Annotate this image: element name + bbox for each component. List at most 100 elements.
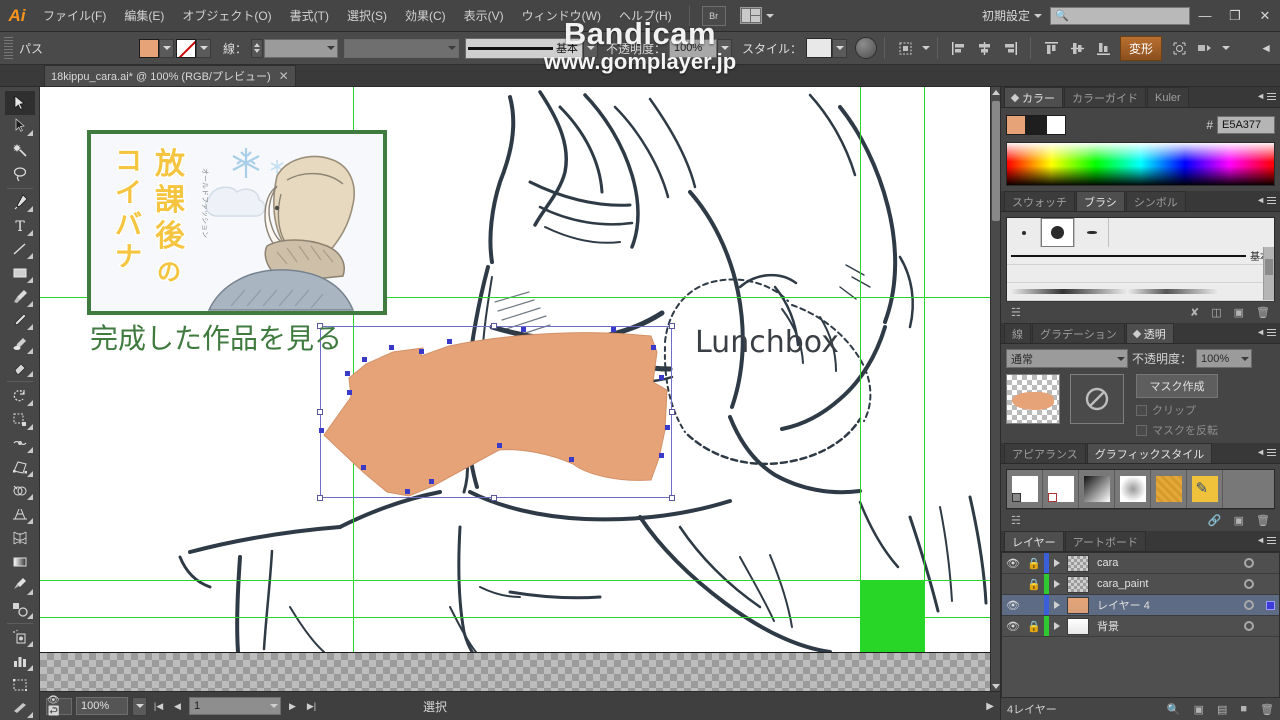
path-anchor[interactable] (405, 489, 410, 494)
zoom-chevron-down-icon[interactable] (132, 696, 147, 716)
control-bar-grip[interactable] (4, 37, 13, 59)
artboard-tool[interactable] (5, 673, 35, 697)
select-similar-objects-icon[interactable] (1194, 38, 1216, 58)
minimize-button[interactable]: — (1190, 0, 1220, 32)
document-tab[interactable]: 18kippu_cara.ai* @ 100% (RGB/プレビュー) ✕ (44, 65, 296, 86)
resize-handle-sw[interactable] (317, 495, 323, 501)
menu-type[interactable]: 書式(T) (281, 2, 338, 29)
selection-bounding-box[interactable] (317, 323, 675, 501)
menu-select[interactable]: 選択(S) (338, 2, 396, 29)
hex-input[interactable]: E5A377 (1217, 116, 1275, 134)
transparency-panel-menu-icon[interactable]: ◄ (1256, 327, 1276, 337)
scale-tool[interactable] (5, 408, 35, 432)
path-anchor[interactable] (345, 371, 350, 376)
status-expand-icon[interactable]: ▶ (986, 701, 994, 712)
align-chevron-down-icon[interactable] (922, 46, 931, 50)
path-anchor[interactable] (347, 390, 352, 395)
stroke-weight-stepper[interactable] (251, 38, 264, 58)
fill-swatch-group[interactable] (139, 38, 174, 58)
scrollbar-thumb[interactable] (992, 101, 1000, 221)
path-anchor[interactable] (362, 357, 367, 362)
rectangle-tool[interactable] (5, 261, 35, 285)
layer-lock-icon[interactable]: 🔒 (1024, 557, 1044, 570)
brush-preset-row[interactable] (1006, 217, 1275, 247)
color-spectrum-ramp[interactable] (1006, 142, 1275, 186)
brush-list-item[interactable] (1007, 283, 1274, 301)
menu-edit[interactable]: 編集(E) (115, 2, 173, 29)
arrange-documents-icon[interactable] (739, 7, 762, 24)
brush-preset-small[interactable] (1007, 218, 1041, 247)
table-row[interactable]: 👁 🔒 背景 (1002, 616, 1279, 637)
graphic-style-item[interactable] (1079, 470, 1115, 508)
artboard-number-input[interactable]: 1 (189, 697, 281, 715)
layer-visibility-icon[interactable]: 👁 (1002, 599, 1024, 612)
options-of-selected-object-icon[interactable]: ◫ (1211, 306, 1221, 319)
delete-brush-icon[interactable]: 🗑 (1256, 306, 1270, 319)
shape-builder-tool[interactable] (5, 479, 35, 503)
resize-handle-w[interactable] (317, 409, 323, 415)
preview-caption[interactable]: 完成した作品を見る (90, 317, 342, 357)
layer-expand-icon[interactable] (1049, 580, 1065, 588)
brushes-panel-menu-icon[interactable]: ◄ (1256, 195, 1276, 205)
remove-brush-stroke-icon[interactable]: ✘ (1190, 306, 1199, 319)
align-to-selection-icon[interactable] (894, 38, 916, 58)
table-row[interactable]: 🔒 cara_paint (1002, 574, 1279, 595)
arrange-chevron-down-icon[interactable] (765, 13, 774, 18)
resize-handle-s[interactable] (491, 495, 497, 501)
next-artboard-button[interactable]: ▶ (285, 697, 300, 715)
maximize-button[interactable]: ❐ (1220, 0, 1250, 32)
scrollbar-thumb[interactable] (1265, 259, 1273, 275)
brush-libraries-icon[interactable]: ☵ (1011, 306, 1021, 319)
resize-handle-ne[interactable] (669, 323, 675, 329)
transparency-mask-thumbnail[interactable] (1070, 374, 1124, 424)
slice-tool[interactable] (5, 696, 35, 720)
eraser-tool[interactable] (5, 356, 35, 380)
path-anchor[interactable] (389, 345, 394, 350)
menu-view[interactable]: 表示(V) (455, 2, 513, 29)
brush-list-item[interactable] (1007, 265, 1274, 283)
symbol-sprayer-tool[interactable] (5, 625, 35, 649)
opacity-input[interactable]: 100% (669, 38, 718, 58)
path-anchor[interactable] (521, 327, 526, 332)
delete-graphic-style-icon[interactable]: 🗑 (1256, 514, 1270, 527)
tab-color[interactable]: カラー (1004, 87, 1063, 107)
menu-file[interactable]: ファイル(F) (34, 2, 115, 29)
clip-checkbox[interactable] (1136, 404, 1147, 416)
make-mask-button[interactable]: マスク作成 (1136, 374, 1218, 398)
brush-list-item[interactable]: 基本 (1007, 247, 1274, 265)
tab-transparency[interactable]: 透明 (1125, 323, 1174, 343)
locate-object-icon[interactable]: 🔍 (1167, 703, 1181, 716)
brush-definition-combo[interactable]: 基本 (465, 37, 584, 59)
blob-brush-tool[interactable] (5, 332, 35, 356)
canvas-area[interactable]: Lunchbox オールドファッション 放 課 後 の コ イ バ ナ 完成した… (40, 87, 1000, 720)
line-segment-tool[interactable] (5, 238, 35, 262)
create-new-sublayer-icon[interactable]: ▤ (1217, 703, 1227, 716)
tab-symbols[interactable]: シンボル (1125, 191, 1186, 211)
paintbrush-tool[interactable] (5, 285, 35, 309)
opacity-chevron-down-icon[interactable] (717, 38, 733, 58)
layer-visibility-icon[interactable]: 👁 (1002, 557, 1024, 570)
create-new-layer-icon[interactable]: ■ (1240, 703, 1247, 716)
workspace-chevron-down-icon[interactable] (1034, 13, 1042, 18)
tab-brushes[interactable]: ブラシ (1076, 191, 1125, 211)
tab-layers[interactable]: レイヤー (1004, 531, 1064, 551)
layer-expand-icon[interactable] (1049, 622, 1065, 630)
selection-tool[interactable] (4, 91, 35, 115)
select-similar-chevron-down-icon[interactable] (1222, 46, 1231, 50)
tab-kuler[interactable]: Kuler (1147, 87, 1189, 107)
style-libraries-icon[interactable]: ☵ (1011, 514, 1021, 527)
status-indicator-text[interactable]: 選択 (423, 698, 447, 715)
color-swatch-group[interactable] (1006, 115, 1066, 135)
graphic-style-item[interactable] (1151, 470, 1187, 508)
scroll-up-arrow-icon[interactable] (992, 87, 1000, 97)
graphic-style-item[interactable] (1007, 470, 1043, 508)
menu-object[interactable]: オブジェクト(O) (173, 2, 280, 29)
layer-name[interactable]: レイヤー 4 (1091, 597, 1237, 613)
width-tool[interactable] (5, 432, 35, 456)
fill-color-swatch[interactable] (1006, 115, 1026, 135)
align-left-icon[interactable] (947, 38, 969, 58)
layers-panel-menu-icon[interactable]: ◄ (1256, 535, 1276, 545)
resize-handle-e[interactable] (669, 409, 675, 415)
resize-handle-n[interactable] (491, 323, 497, 329)
brush-preset-round[interactable] (1041, 218, 1075, 247)
